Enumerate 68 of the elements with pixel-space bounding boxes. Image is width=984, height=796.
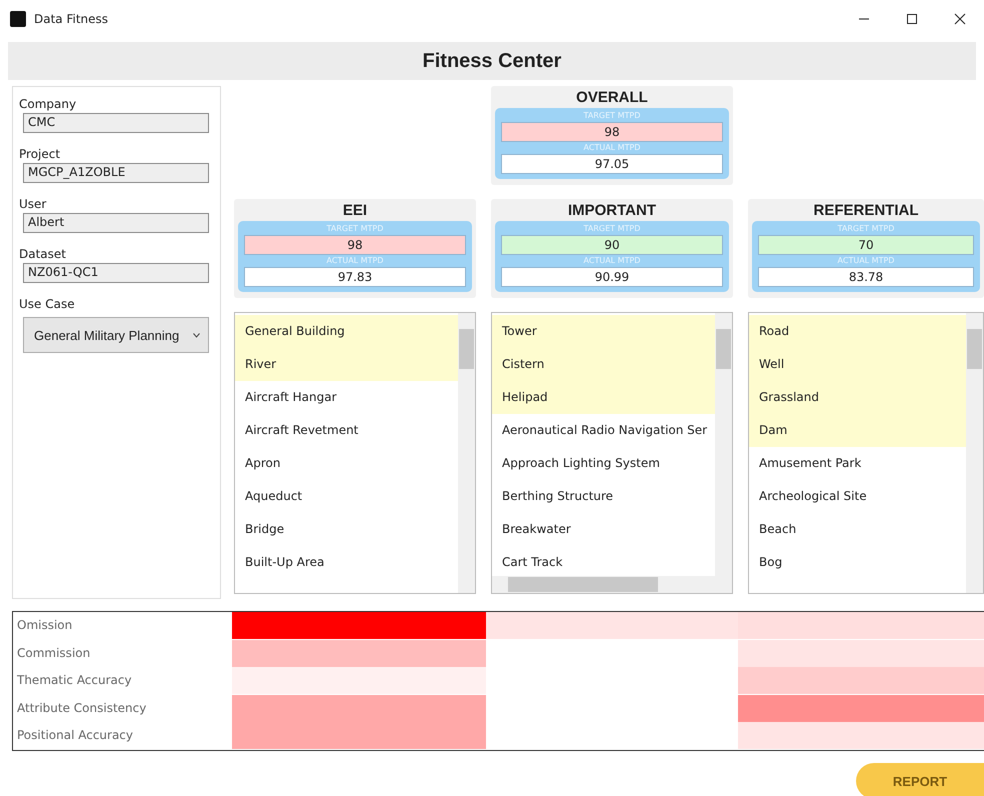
actual-value: 97.05: [501, 154, 723, 174]
card-title: EEI: [342, 201, 368, 221]
metric-label: ACTUAL MTPD: [836, 255, 896, 267]
list-item[interactable]: Aircraft Hangar: [235, 381, 458, 414]
field-label: Company: [19, 97, 78, 111]
list-item[interactable]: Cistern: [492, 348, 715, 381]
list-item[interactable]: Dam: [749, 414, 966, 447]
input-field[interactable]: MGCP_A1ZOBLE: [23, 163, 209, 183]
list-item[interactable]: Bog: [749, 546, 966, 579]
list-item[interactable]: Road: [749, 315, 966, 348]
list-item[interactable]: Apron: [235, 447, 458, 480]
list-item[interactable]: Aeronautical Radio Navigation Ser: [492, 414, 715, 447]
input-field[interactable]: Albert: [23, 213, 209, 233]
card-title: OVERALL: [575, 88, 649, 108]
caret-icon: [193, 332, 200, 338]
row-label: Commission: [16, 644, 92, 662]
scrollbar[interactable]: [492, 576, 715, 593]
list-item[interactable]: Breakwater: [492, 513, 715, 546]
list-item[interactable]: Bridge: [235, 513, 458, 546]
field-label: User: [19, 197, 48, 211]
metric-label: TARGET MTPD: [326, 223, 384, 235]
list-item[interactable]: Amusement Park: [749, 447, 966, 480]
list-item[interactable]: Aircraft Revetment: [235, 414, 458, 447]
metric-label: ACTUAL MTPD: [582, 142, 642, 154]
window-title: Data Fitness: [34, 12, 110, 26]
field-label: Use Case: [19, 297, 76, 311]
target-value: 98: [501, 122, 723, 142]
actual-value: 83.78: [758, 267, 974, 287]
target-value: 90: [501, 235, 723, 255]
input-field[interactable]: CMC: [23, 113, 209, 133]
card-title: IMPORTANT: [566, 201, 658, 221]
page-title: Fitness Center: [422, 50, 562, 72]
field-label: Project: [19, 147, 62, 161]
actual-value: 97.83: [244, 267, 466, 287]
list-item[interactable]: Grassland: [749, 381, 966, 414]
report-button[interactable]: REPORT: [856, 763, 984, 796]
list-item[interactable]: Beach: [749, 513, 966, 546]
card-title: REFERENTIAL: [812, 201, 920, 221]
row-label: Thematic Accuracy: [16, 672, 133, 690]
scrollbar[interactable]: [458, 313, 475, 593]
list-item[interactable]: Well: [749, 348, 966, 381]
list-item[interactable]: Approach Lighting System: [492, 447, 715, 480]
list-item[interactable]: Tower: [492, 315, 715, 348]
metric-label: TARGET MTPD: [836, 223, 896, 235]
row-label: Attribute Consistency: [16, 700, 148, 717]
row-label: Omission: [16, 617, 74, 634]
list-item[interactable]: Archeological Site: [749, 480, 966, 513]
list-item[interactable]: Helipad: [492, 381, 715, 414]
scrollbar[interactable]: [715, 313, 732, 593]
target-value: 70: [758, 235, 974, 255]
target-value: 98: [244, 235, 466, 255]
actual-value: 90.99: [501, 267, 723, 287]
metric-label: ACTUAL MTPD: [582, 255, 642, 267]
list-item[interactable]: Cart Track: [492, 546, 715, 579]
metric-label: TARGET MTPD: [582, 110, 642, 122]
metric-label: TARGET MTPD: [582, 223, 642, 235]
field-label: Dataset: [19, 247, 67, 261]
row-label: Positional Accuracy: [16, 727, 134, 744]
input-field[interactable]: NZ061-QC1: [23, 263, 209, 283]
scrollbar[interactable]: [966, 313, 983, 593]
app-icon: [10, 11, 26, 27]
list-item[interactable]: General Building: [235, 315, 458, 348]
metric-label: ACTUAL MTPD: [326, 255, 384, 267]
use-case-dropdown[interactable]: General Military Planning: [23, 317, 209, 353]
list-item[interactable]: River: [235, 348, 458, 381]
list-item[interactable]: Aqueduct: [235, 480, 458, 513]
list-item[interactable]: Berthing Structure: [492, 480, 715, 513]
list-item[interactable]: Built-Up Area: [235, 546, 458, 579]
